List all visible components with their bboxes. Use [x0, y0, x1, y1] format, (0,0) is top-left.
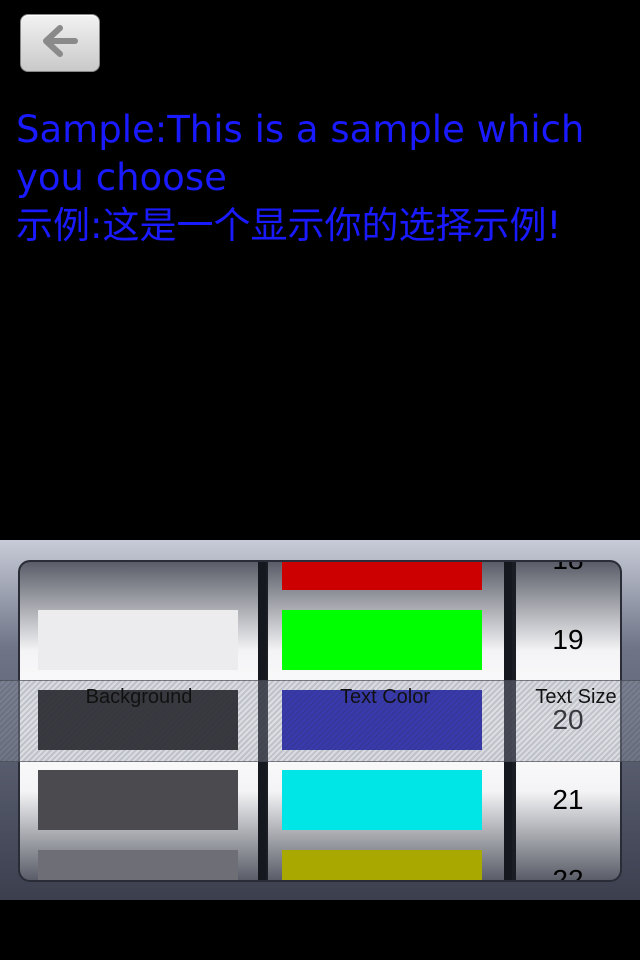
text-size-option[interactable]: 19	[516, 624, 620, 656]
text-size-option[interactable]: 21	[516, 784, 620, 816]
text-size-option[interactable]: 18	[516, 562, 620, 576]
arrow-left-icon	[40, 24, 80, 63]
style-picker[interactable]: 18 19 20 21 22 Background Text Color Tex…	[0, 540, 640, 900]
text-size-label: Text Size	[535, 686, 617, 708]
text-color-option[interactable]	[282, 850, 482, 880]
sample-text-zh: 示例:这是一个显示你的选择示例!	[16, 204, 562, 247]
text-color-option[interactable]	[282, 770, 482, 830]
text-color-label: Text Color	[339, 686, 431, 708]
text-color-option[interactable]	[282, 562, 482, 590]
background-label: Background	[85, 686, 193, 708]
text-size-option[interactable]: 22	[516, 864, 620, 880]
background-option[interactable]	[38, 850, 238, 880]
text-color-option[interactable]	[282, 610, 482, 670]
background-option[interactable]	[38, 770, 238, 830]
background-option[interactable]	[38, 610, 238, 670]
bottom-area	[0, 900, 640, 960]
sample-text-en: Sample:This is a sample which you choose	[16, 108, 585, 199]
back-button[interactable]	[20, 14, 100, 72]
sample-text: Sample:This is a sample which you choose…	[16, 106, 616, 250]
